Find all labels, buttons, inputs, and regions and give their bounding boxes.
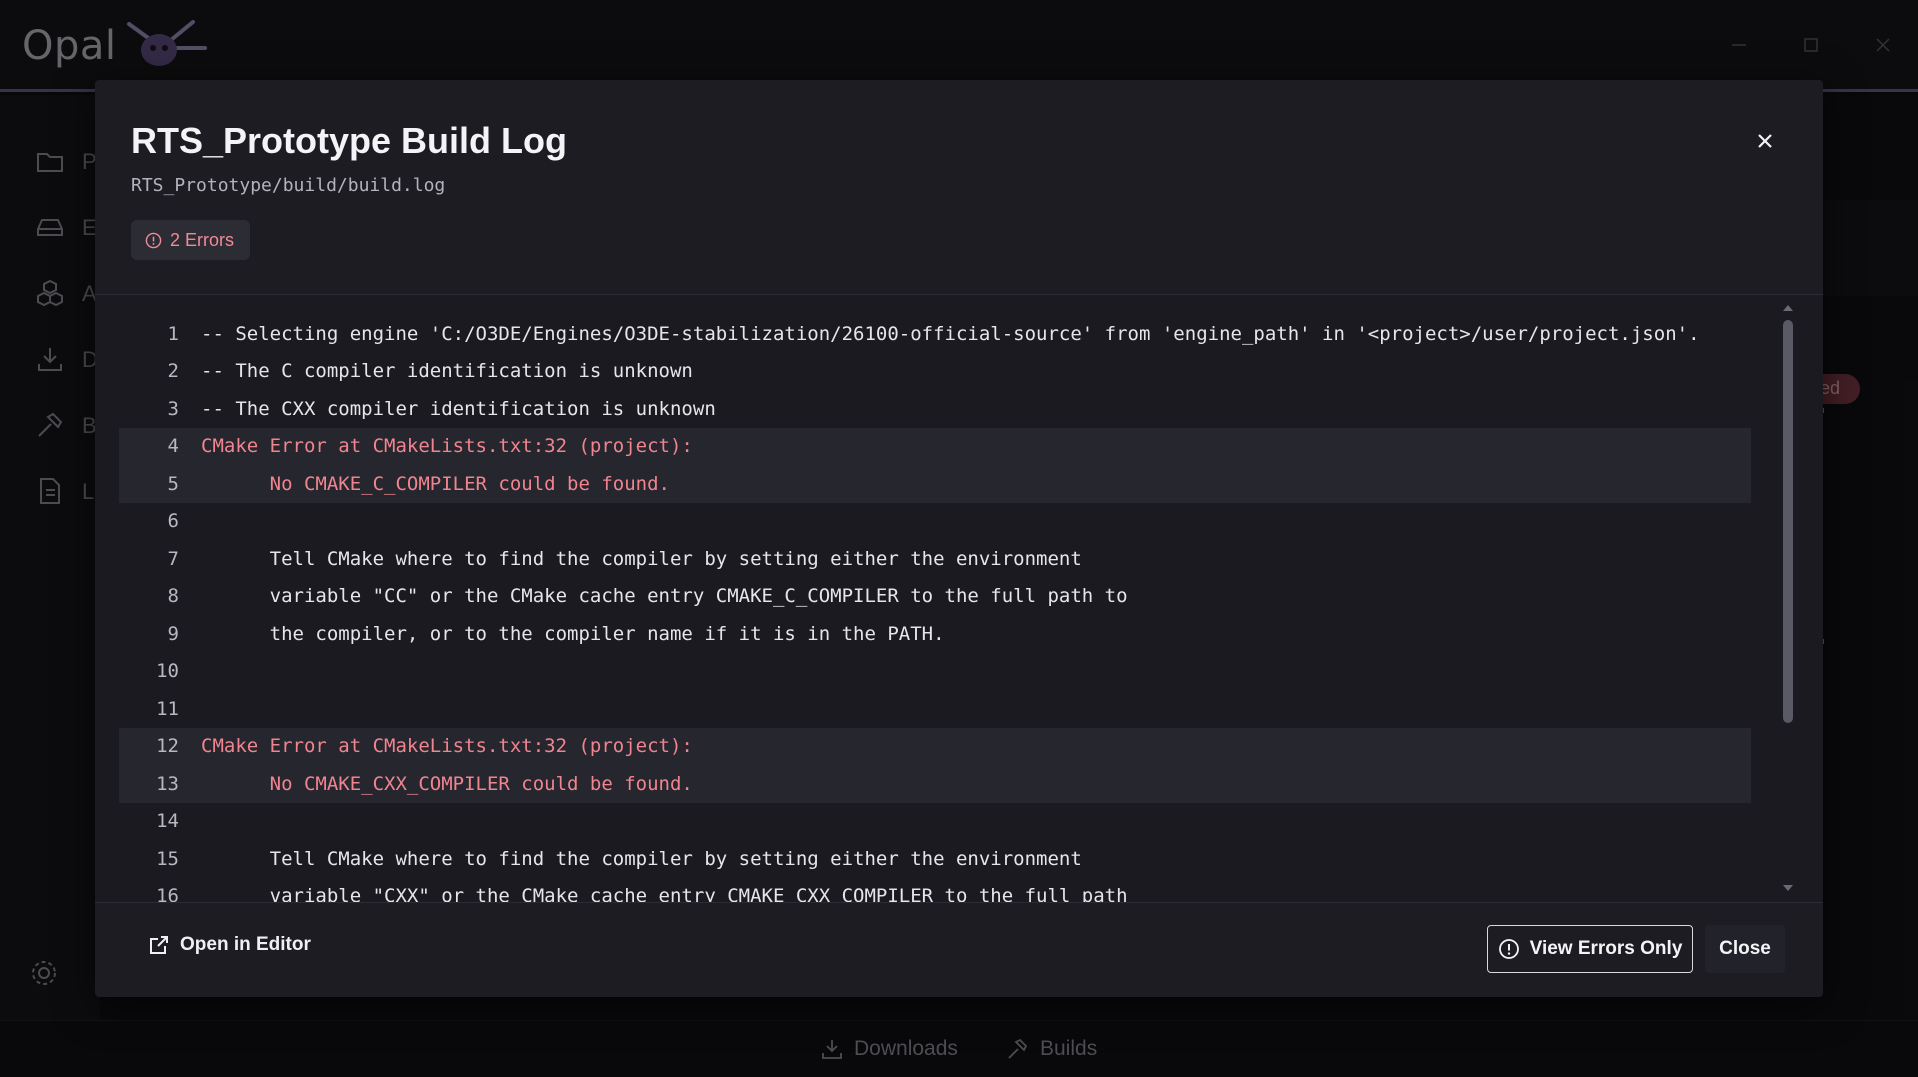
close-button[interactable]: Close: [1705, 925, 1785, 973]
line-text: variable "CC" or the CMake cache entry C…: [201, 585, 1128, 608]
log-line: 9 the compiler, or to the compiler name …: [119, 615, 1751, 653]
line-number: 1: [167, 322, 179, 345]
error-count-badge: 2 Errors: [131, 220, 251, 260]
line-text: Tell CMake where to find the compiler by…: [201, 547, 1082, 570]
line-number: 16: [156, 885, 179, 902]
line-number: 7: [167, 547, 179, 570]
dialog-title: RTS_Prototype Build Log: [131, 120, 567, 161]
log-line-error: 4 CMake Error at CMakeLists.txt:32 (proje…: [119, 427, 1751, 465]
log-line: 15 Tell CMake where to find the compiler…: [119, 840, 1751, 878]
alert-circle-icon: [1498, 939, 1519, 959]
line-text: -- Selecting engine 'C:/O3DE/Engines/O3D…: [201, 322, 1700, 345]
log-line-error: 12 CMake Error at CMakeLists.txt:32 (proj…: [119, 727, 1751, 765]
line-number: 2: [167, 360, 179, 383]
scroll-up-arrow-icon[interactable]: [1782, 303, 1794, 313]
line-number: 12: [156, 735, 179, 758]
log-line: 6: [119, 503, 1751, 541]
view-errors-only-label: View Errors Only: [1529, 938, 1683, 959]
line-text: -- The C compiler identification is unkn…: [201, 360, 693, 383]
line-number: 6: [167, 510, 179, 533]
log-line: 10: [119, 653, 1751, 691]
log-line: 11: [119, 690, 1751, 728]
line-text: CMake Error at CMakeLists.txt:32 (projec…: [201, 735, 693, 758]
divider: [95, 902, 1823, 903]
open-in-editor-button[interactable]: Open in Editor: [148, 934, 311, 956]
alert-circle-icon: [145, 232, 162, 248]
log-line-error: 5 No CMAKE_C_COMPILER could be found.: [119, 465, 1751, 503]
line-text: No CMAKE_C_COMPILER could be found.: [201, 472, 670, 495]
line-text: the compiler, or to the compiler name if…: [201, 622, 945, 645]
line-number: 5: [167, 472, 179, 495]
line-number: 4: [167, 435, 179, 458]
log-line: 3 -- The CXX compiler identification is u…: [119, 390, 1751, 428]
line-number: 13: [156, 772, 179, 795]
line-number: 9: [167, 622, 179, 645]
external-link-icon: [150, 936, 168, 954]
log-line: 7 Tell CMake where to find the compiler …: [119, 540, 1751, 578]
log-line: 16 variable "CXX" or the CMake cache ent…: [119, 878, 1751, 902]
line-number: 14: [156, 810, 179, 833]
log-line: 8 variable "CC" or the CMake cache entry…: [119, 578, 1751, 616]
scrollbar-thumb[interactable]: [1783, 320, 1793, 723]
line-number: 8: [167, 585, 179, 608]
error-count-label: 2 Errors: [170, 229, 235, 250]
line-text: variable "CXX" or the CMake cache entry …: [201, 885, 1128, 902]
close-icon: [1758, 134, 1772, 148]
line-text: Tell CMake where to find the compiler by…: [201, 847, 1082, 870]
line-number: 11: [156, 697, 179, 720]
line-text: No CMAKE_CXX_COMPILER could be found.: [201, 772, 693, 795]
view-errors-only-button[interactable]: View Errors Only: [1487, 925, 1693, 973]
open-in-editor-label: Open in Editor: [180, 934, 311, 955]
line-number: 15: [156, 847, 179, 870]
log-line: 1 -- Selecting engine 'C:/O3DE/Engines/O3…: [119, 315, 1751, 353]
log-line: 14: [119, 803, 1751, 841]
log-viewer[interactable]: 1 -- Selecting engine 'C:/O3DE/Engines/O3…: [95, 295, 1823, 902]
line-text: -- The CXX compiler identification is un…: [201, 397, 716, 420]
log-file-path: RTS_Prototype/build/build.log: [131, 175, 446, 196]
scroll-down-arrow-icon[interactable]: [1782, 883, 1794, 893]
line-number: 10: [156, 660, 179, 683]
log-scrollbar[interactable]: [1781, 303, 1795, 893]
build-log-dialog: RTS_Prototype Build Log RTS_Prototype/bu…: [95, 80, 1823, 997]
line-number: 3: [167, 397, 179, 420]
line-text: CMake Error at CMakeLists.txt:32 (projec…: [201, 435, 693, 458]
log-line: 2 -- The C compiler identification is unk…: [119, 353, 1751, 391]
dialog-close-x-button[interactable]: [1749, 125, 1781, 157]
log-line-error: 13 No CMAKE_CXX_COMPILER could be found.: [119, 765, 1751, 803]
log-lines: 1 -- Selecting engine 'C:/O3DE/Engines/O3…: [119, 315, 1751, 902]
